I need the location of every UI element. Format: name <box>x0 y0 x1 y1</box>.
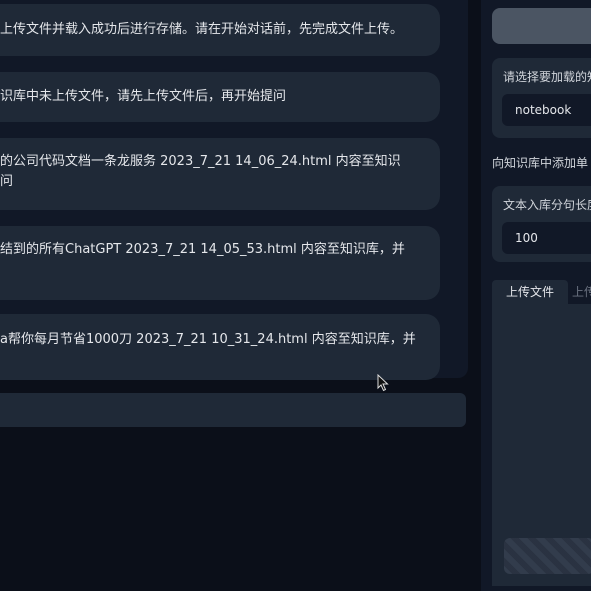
tab-upload-other[interactable]: 上传 <box>572 280 591 304</box>
chat-input[interactable] <box>0 393 466 427</box>
chat-message: a帮你每月节省1000刀 2023_7_21 10_31_24.html 内容至… <box>0 314 440 380</box>
file-drop-zone[interactable] <box>492 304 591 586</box>
chat-message: 上传文件并载入成功后进行存储。请在开始对话前，先完成文件上传。 <box>0 4 440 56</box>
kb-select-block: 请选择要加载的知 notebook <box>492 58 591 138</box>
tab-upload-file[interactable]: 上传文件 <box>492 280 568 304</box>
chat-message: 识库中未上传文件，请先上传文件后，再开始提问 <box>0 72 440 122</box>
chunk-length-input[interactable]: 100 <box>502 222 591 254</box>
chunk-length-label: 文本入库分句长度 <box>503 198 591 212</box>
panel-action-button[interactable] <box>492 8 591 44</box>
kb-select-label: 请选择要加载的知 <box>503 70 591 84</box>
mouse-cursor-icon <box>377 374 389 392</box>
chat-history: 上传文件并载入成功后进行存储。请在开始对话前，先完成文件上传。 识库中未上传文件… <box>0 0 468 380</box>
add-to-kb-title: 向知识库中添加单 <box>492 156 589 170</box>
upload-button[interactable] <box>504 538 591 574</box>
chunk-length-block: 文本入库分句长度 100 <box>492 186 591 262</box>
chat-message: 结到的所有ChatGPT 2023_7_21 14_05_53.html 内容至… <box>0 226 440 300</box>
chat-message: 的公司代码文档一条龙服务 2023_7_21 14_06_24.html 内容至… <box>0 138 440 210</box>
kb-select-dropdown[interactable]: notebook <box>502 94 591 126</box>
